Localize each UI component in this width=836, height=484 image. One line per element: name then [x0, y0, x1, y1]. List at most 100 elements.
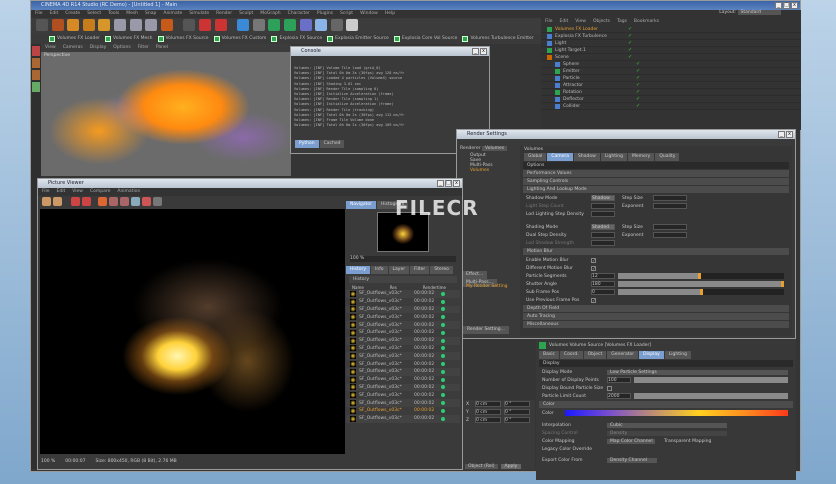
apply-button[interactable]: Apply [500, 464, 522, 469]
plugin-button[interactable]: Explosia FX Source [271, 34, 322, 44]
coord-mode-dropdown[interactable]: Object (Rel) [465, 464, 498, 469]
history-row[interactable]: SF_Outflows_v03c* 00:00:02 [346, 360, 460, 368]
points-mode-icon[interactable] [32, 46, 40, 56]
motion-slider[interactable] [618, 273, 784, 279]
pv-tab[interactable]: Filter [410, 266, 430, 274]
pv-menu-item[interactable]: View [72, 189, 83, 195]
render-setting-button[interactable]: Render Setting... [463, 326, 509, 334]
object-row[interactable]: Attractor ✓ [541, 82, 801, 89]
visibility-check-icon[interactable]: ✓ [636, 82, 640, 88]
z-axis-icon[interactable] [145, 19, 158, 31]
rs-bottom-section[interactable]: Miscellaneous [523, 321, 789, 328]
menu-item-render[interactable]: Render [216, 11, 232, 17]
object-row[interactable]: Light ✓ [541, 40, 801, 47]
edges-mode-icon[interactable] [32, 58, 40, 68]
scale-tool-icon[interactable] [67, 19, 80, 31]
history-row[interactable]: SF_Outflows_v03c* 00:00:02 [346, 290, 460, 298]
console-minimize-button[interactable]: _ [472, 48, 479, 55]
menu-item-file[interactable]: File [35, 11, 43, 17]
menu-item-mograph[interactable]: MoGraph [260, 11, 280, 17]
plugin-button[interactable]: Volumes FX Loader [49, 34, 100, 44]
plugin-button[interactable]: Volumes FX Custom [213, 34, 266, 44]
close-button[interactable]: x [791, 2, 798, 9]
history-row[interactable]: SF_Outflows_v03c* 00:00:02 [346, 391, 460, 400]
object-row[interactable]: Deflector ✓ [541, 96, 801, 103]
viewport-menu-item[interactable]: Options [113, 45, 130, 51]
plugin-button[interactable]: Explosia Core Vol Source [393, 34, 457, 44]
object-row[interactable]: Volumes FX Loader ✓ [541, 26, 801, 33]
menu-item-help[interactable]: Help [385, 11, 395, 17]
object-menu-item[interactable]: Tags [617, 19, 627, 25]
menu-item-mesh[interactable]: Mesh [126, 11, 138, 17]
legacy-color-checkbox[interactable]: Legacy Color Override [542, 447, 604, 452]
stop-icon[interactable] [82, 197, 91, 206]
render-icon[interactable] [71, 197, 80, 206]
attribute-value[interactable]: 2000 [607, 393, 631, 399]
coord-position[interactable]: 0 cm [475, 417, 501, 423]
rs-tab[interactable]: Quality [655, 153, 680, 161]
rs-field-value[interactable]: Shaded [591, 224, 615, 230]
history-row[interactable]: SF_Outflows_v03c* 00:00:02 [346, 344, 460, 353]
navigator-zoom-value[interactable]: 100 % [350, 256, 364, 261]
attributes-tab[interactable]: Object [583, 351, 607, 359]
attributes-tab[interactable]: Basic [539, 351, 559, 359]
renderer-dropdown[interactable]: Volumes [481, 146, 508, 151]
rs-tab[interactable]: Memory [628, 153, 655, 161]
visibility-check-icon[interactable]: ✓ [636, 89, 640, 95]
coord-rotation[interactable]: 0 ° [504, 417, 530, 423]
menu-item-edit[interactable]: Edit [50, 11, 59, 17]
coord-position[interactable]: 0 cm [475, 409, 501, 415]
coord-system-icon[interactable] [160, 19, 173, 31]
pv-maximize-button[interactable]: □ [445, 180, 452, 187]
console-cached-tab[interactable]: Cached [319, 140, 345, 148]
rs-tab[interactable]: Camera [547, 153, 574, 161]
spacing-dropdown[interactable]: Density [607, 430, 727, 436]
attributes-tab[interactable]: Lighting [664, 351, 691, 359]
interpolation-dropdown[interactable]: Cubic [607, 422, 727, 428]
checkbox[interactable] [607, 385, 612, 391]
object-row[interactable]: Sphere ✓ [541, 61, 801, 68]
visibility-check-icon[interactable]: ✓ [628, 33, 632, 39]
object-menu-item[interactable]: Objects [593, 19, 610, 25]
rs-field-value[interactable] [591, 232, 615, 238]
motion-checkbox[interactable]: ✓ [591, 297, 596, 304]
attribute-slider[interactable] [634, 393, 788, 399]
history-row[interactable]: SF_Outflows_v03c* 00:00:02 [346, 313, 460, 322]
history-row[interactable]: SF_Outflows_v03c* 00:00:02 [346, 305, 460, 314]
motion-field-value[interactable]: 0 [591, 289, 615, 295]
rs-field-right-value[interactable] [653, 224, 687, 230]
rs-close-button[interactable]: x [786, 131, 793, 138]
move-tool-icon[interactable] [51, 19, 64, 31]
object-menu-item[interactable]: View [575, 19, 586, 25]
motion-blur-section[interactable]: Motion Blur [523, 248, 789, 255]
slider-handle[interactable] [781, 281, 784, 287]
visibility-check-icon[interactable]: ✓ [636, 103, 640, 109]
color-section[interactable]: Color [539, 401, 793, 408]
pv-menu-item[interactable]: Animation [117, 189, 140, 195]
visibility-check-icon[interactable]: ✓ [628, 26, 632, 32]
x-axis-icon[interactable] [113, 19, 126, 31]
object-row[interactable]: Rotation ✓ [541, 89, 801, 96]
motion-field-value[interactable]: 12 [591, 273, 615, 279]
navigator-tab[interactable]: Navigator [346, 201, 377, 209]
plugin-button[interactable]: Volumes FX Source [157, 34, 209, 44]
history-row[interactable]: SF_Outflows_v03c* 00:00:02 [346, 336, 460, 345]
menu-item-create[interactable]: Create [65, 11, 80, 17]
coord-rotation[interactable]: 0 ° [504, 401, 530, 407]
attribute-slider[interactable] [634, 377, 788, 383]
rs-nav-item[interactable]: Volumes [470, 168, 518, 173]
menu-item-character[interactable]: Character [288, 11, 310, 17]
region-icon[interactable] [98, 197, 107, 206]
object-menu-item[interactable]: File [545, 19, 553, 25]
plugin-button[interactable]: Volumes Turbulence Emitter [462, 34, 534, 44]
color-mapping-dropdown[interactable]: Map Color Channel [607, 438, 655, 444]
cube-icon[interactable] [237, 19, 250, 31]
console-python-tab[interactable]: Python [295, 140, 319, 148]
visibility-check-icon[interactable]: ✓ [628, 54, 632, 60]
rs-minimize-button[interactable]: _ [778, 131, 785, 138]
pv-menu-item[interactable]: Edit [57, 189, 66, 195]
object-row[interactable]: Scene ✓ [541, 54, 801, 61]
object-row[interactable]: Particle ✓ [541, 75, 801, 82]
pv-menu-item[interactable]: File [42, 189, 50, 195]
light-icon[interactable] [346, 19, 359, 31]
